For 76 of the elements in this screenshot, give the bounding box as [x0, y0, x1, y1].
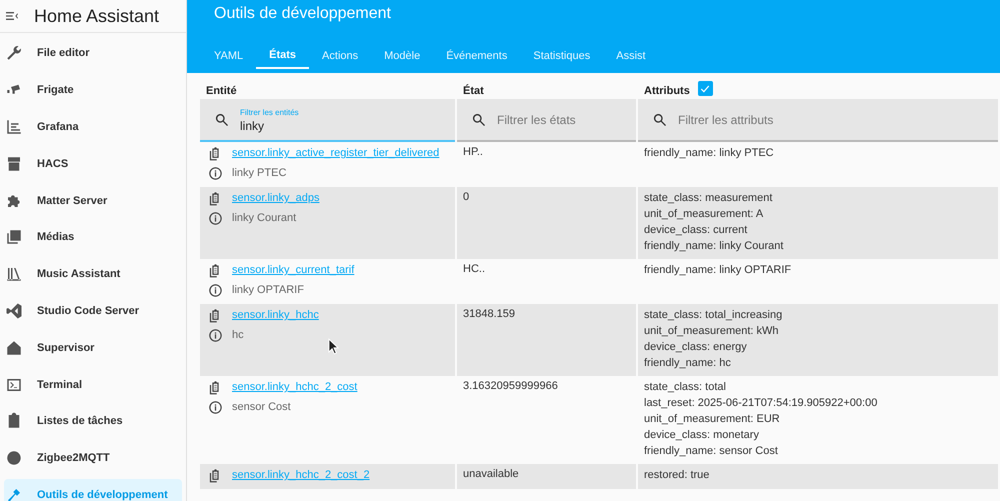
entity-link[interactable]: sensor.linky_current_tarif — [232, 264, 354, 276]
state-value: HP.. — [463, 146, 483, 158]
info-icon[interactable] — [208, 328, 223, 342]
attribute-line: state_class: total — [644, 380, 727, 395]
attribute-line: device_class: current — [644, 223, 748, 238]
library-icon — [5, 265, 23, 284]
tab[interactable]: YAML — [201, 43, 256, 69]
sidebar-item[interactable]: Listes de tâches — [4, 404, 182, 438]
state-value: 0 — [463, 191, 470, 203]
friendly-name: linky PTEC — [232, 167, 286, 179]
tab[interactable]: Modèle — [371, 43, 434, 69]
sidebar-item[interactable]: Music Assistant — [4, 258, 182, 291]
column-header: État — [463, 85, 484, 97]
sidebar-item[interactable]: Frigate — [4, 74, 182, 107]
entity-link[interactable]: sensor.linky_hchc — [232, 309, 319, 321]
attribute-line: restored: true — [644, 468, 710, 483]
attribute-line: unit_of_measurement: kWh — [644, 324, 780, 339]
state-value: HC.. — [463, 263, 485, 275]
tab[interactable]: Actions — [309, 43, 372, 69]
sidebar-item[interactable]: Studio Code Server — [4, 294, 182, 328]
sidebar-item[interactable]: Outils de développement — [4, 478, 182, 501]
chart-icon — [5, 118, 23, 136]
info-icon[interactable] — [208, 400, 223, 414]
sidebar-item[interactable]: Matter Server — [4, 184, 182, 217]
sidebar-item[interactable]: Grafana — [4, 110, 182, 144]
circle-icon — [5, 449, 23, 468]
sidebar-item[interactable]: Zigbee2MQTT — [4, 442, 182, 475]
store-icon — [5, 154, 23, 173]
info-icon[interactable] — [208, 210, 223, 226]
attribute-line: unit_of_measurement: A — [644, 207, 764, 222]
attribute-line: friendly_name: sensor Cost — [644, 444, 779, 459]
tab[interactable]: Événements — [433, 43, 520, 69]
filter-field[interactable]: Filtrer les états — [457, 99, 636, 142]
house-icon — [5, 338, 23, 357]
entity-link[interactable]: sensor.linky_adps — [232, 192, 320, 204]
friendly-name: sensor Cost — [232, 401, 291, 413]
page-title: Outils de développement — [213, 4, 392, 24]
attribute-line: friendly_name: linky Courant — [644, 239, 784, 254]
wrench-icon — [5, 44, 23, 62]
code-icon — [5, 302, 23, 320]
filter-field[interactable]: Filtrer les attributs — [638, 99, 998, 142]
attribute-line: friendly_name: linky OPTARIF — [644, 263, 792, 278]
tab[interactable]: Statistiques — [520, 43, 604, 69]
check-icon — [699, 82, 712, 94]
checkbox[interactable] — [698, 81, 713, 96]
info-icon[interactable] — [208, 282, 223, 298]
attribute-line: state_class: total_increasing — [644, 308, 784, 323]
attribute-line: device_class: monetary — [644, 428, 760, 443]
info-icon[interactable] — [208, 166, 223, 180]
field-label: Filtrer les entités — [240, 108, 299, 117]
play-icon — [5, 228, 23, 246]
entity-link[interactable]: sensor.linky_hchc_2_cost — [232, 381, 358, 393]
column-header: Entité — [206, 85, 237, 97]
sidebar-item[interactable]: File editor — [4, 37, 182, 70]
app-title: Home Assistant — [34, 6, 160, 26]
friendly-name: hc — [232, 329, 244, 341]
state-value: 31848.159 — [463, 308, 515, 320]
state-value: unavailable — [463, 468, 519, 480]
sidebar-item[interactable]: Supervisor — [4, 331, 182, 364]
sidebar-item[interactable]: HACS — [4, 147, 182, 180]
friendly-name: linky OPTARIF — [232, 284, 304, 296]
attribute-line: unit_of_measurement: EUR — [644, 412, 781, 427]
friendly-name: linky Courant — [232, 212, 296, 224]
attribute-line: friendly_name: hc — [644, 356, 732, 371]
tab[interactable]: États — [256, 43, 310, 69]
state-value: 3.16320959999966 — [463, 380, 558, 392]
cursor-icon — [328, 338, 339, 355]
column-header: Attributs — [644, 85, 690, 97]
attribute-line: device_class: energy — [644, 340, 748, 355]
tab[interactable]: Assist — [603, 43, 659, 69]
entity-link[interactable]: sensor.linky_active_register_tier_delivered — [232, 147, 440, 159]
attribute-line: state_class: measurement — [644, 191, 774, 206]
sidebar-item[interactable]: Terminal — [4, 368, 182, 401]
attribute-line: friendly_name: linky PTEC — [644, 146, 775, 161]
attribute-line: last_reset: 2025-06-21T07:54:19.905922+00:00 — [644, 396, 878, 411]
sidebar-item[interactable]: Médias — [4, 220, 182, 254]
